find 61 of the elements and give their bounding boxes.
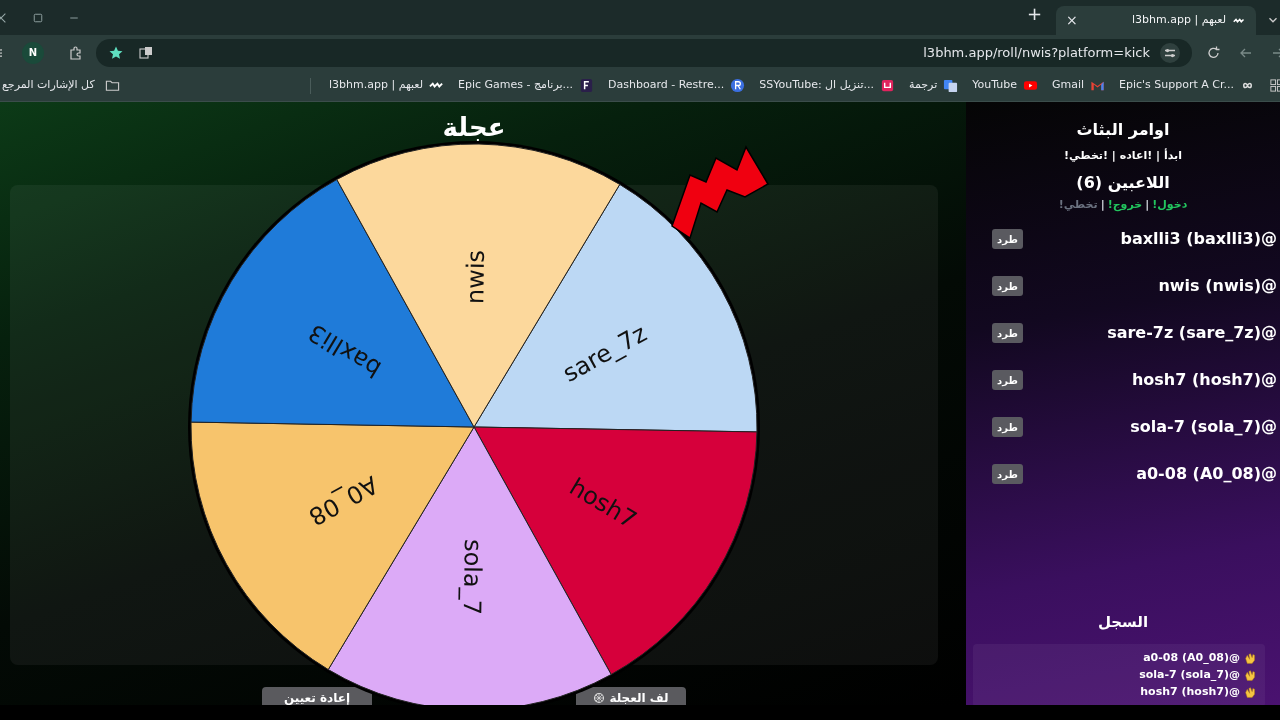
translate-icon	[943, 78, 959, 93]
bookmark-link[interactable]: YouTube	[972, 77, 1017, 94]
site-settings-icon[interactable]	[1160, 42, 1180, 63]
kick-button[interactable]: طرد	[992, 417, 1023, 437]
wheel-title: عجلة	[442, 111, 506, 144]
spin-button[interactable]: لف العجلة	[576, 687, 686, 705]
tab-title: l3bhm.app | لعبهم	[1132, 12, 1226, 29]
kick-button[interactable]: طرد	[992, 464, 1023, 484]
slice-label: sola_7	[457, 538, 488, 616]
video-icon	[1022, 78, 1038, 93]
bookmark-link[interactable]: Dashboard - Restre...	[608, 77, 725, 94]
bookmark-link[interactable]: Gmail	[1051, 77, 1084, 94]
slice-label: nwis	[461, 249, 491, 305]
browser-tab[interactable]: × l3bhm.app | لعبهم	[1056, 6, 1256, 35]
kick-button[interactable]: طرد	[992, 323, 1023, 343]
bookmark-link[interactable]: l3bhm.app | لعبهم	[329, 77, 424, 94]
kick-button[interactable]: طرد	[992, 370, 1023, 390]
new-tab-button[interactable]: +	[1026, 0, 1042, 27]
separator-text: |	[1145, 196, 1150, 213]
translate-icon[interactable]	[138, 44, 154, 61]
bookmark-link[interactable]: ترجمة	[909, 77, 938, 94]
player-name: hosh7 (hosh7)@	[1131, 369, 1277, 391]
folder-icon	[104, 78, 120, 93]
profile-avatar[interactable]: N	[22, 41, 44, 64]
player-name: baxlli3 (baxlli3)@	[1120, 228, 1277, 250]
bookmark-link[interactable]: كل الإشارات المرجع	[2, 77, 95, 94]
log-entry: a0-08 (A0_08)@	[1143, 649, 1240, 666]
player-name: nwis (nwis)@	[1158, 275, 1277, 297]
log-entry: hosh7 (hosh7)@	[1140, 683, 1240, 700]
bookmark-link[interactable]: Epic's Support A Cr...	[1119, 77, 1234, 94]
kick-button[interactable]: طرد	[992, 229, 1023, 249]
players-title: اللاعبين (6)	[1076, 171, 1170, 194]
kick-button[interactable]: طرد	[992, 276, 1023, 296]
letter-icon	[579, 78, 595, 93]
hand-icon	[1244, 651, 1257, 665]
log-entry: sola-7 (sola_7)@	[1139, 666, 1240, 683]
apps-icon[interactable]	[1269, 78, 1280, 93]
command-text: !دخول	[1152, 196, 1188, 213]
extensions-icon[interactable]	[68, 44, 84, 61]
restore-icon[interactable]	[32, 11, 44, 24]
bookmark-link[interactable]: Epic Games - برنامج...	[458, 77, 574, 94]
separator-text: |	[1100, 196, 1105, 213]
app-icon	[880, 78, 895, 93]
commands-text: !ابدأ | !اعاده | !تخطي	[1064, 148, 1182, 164]
player-name: a0-08 (A0_08)@	[1136, 463, 1277, 485]
command-text: !خروج	[1107, 196, 1143, 213]
url-text: l3bhm.app/roll/nwis?platform=kick	[923, 43, 1150, 62]
tab-close-button[interactable]: ×	[1066, 10, 1078, 31]
panel-title: اوامر البثاث	[1076, 119, 1170, 141]
wheel-icon	[593, 692, 606, 704]
hand-icon	[1244, 668, 1257, 682]
command-text: !تخطي	[1058, 196, 1098, 213]
reload-icon[interactable]	[1206, 44, 1222, 61]
player-name: sola-7 (sola_7)@	[1130, 416, 1277, 438]
reset-button[interactable]: إعادة تعيين	[262, 687, 372, 705]
hand-icon	[1244, 685, 1257, 699]
bookmark-link[interactable]: SSYouTube: تنزيل ال...	[759, 77, 874, 94]
letter-icon	[730, 78, 746, 93]
address-bar[interactable]: l3bhm.app/roll/nwis?platform=kick	[96, 38, 1192, 67]
player-name: sare-7z (sare_7z)@	[1107, 322, 1277, 344]
log-title: السجل	[1097, 612, 1149, 633]
